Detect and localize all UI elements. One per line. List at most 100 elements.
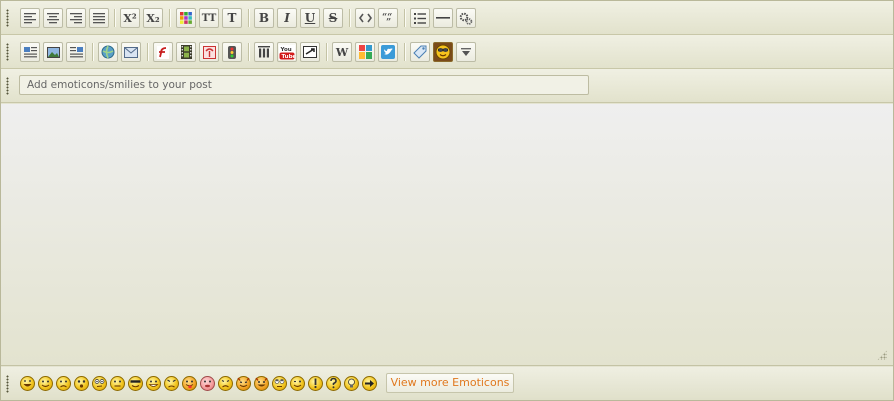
align-left-button[interactable]: [20, 8, 40, 28]
iframe-button[interactable]: [199, 42, 219, 62]
editor-text-area[interactable]: [1, 104, 893, 366]
twitter-button[interactable]: [378, 42, 398, 62]
strikethrough-icon: S: [328, 11, 338, 25]
image-button[interactable]: [43, 42, 63, 62]
iframe-icon: [202, 45, 216, 59]
rolling-eyes-icon[interactable]: [272, 376, 287, 391]
exclaim-icon[interactable]: [308, 376, 323, 391]
horizontal-rule-icon: [436, 17, 450, 19]
collapse-toolbar-button[interactable]: [456, 42, 476, 62]
rich-text-editor: X² X₂ TT T B I U S ““ ” You Tube W Add e…: [0, 0, 894, 401]
toolbar-grip-handle[interactable]: [6, 77, 9, 95]
arrow-icon[interactable]: [362, 376, 377, 391]
resize-handle[interactable]: [877, 350, 887, 360]
superscript-icon: X²: [123, 11, 137, 25]
emoticon-button[interactable]: [433, 42, 453, 62]
horizontal-rule-button[interactable]: [433, 8, 453, 28]
toolbar-separator: [349, 9, 350, 27]
italic-icon: I: [284, 11, 290, 25]
font-size-button[interactable]: TT: [199, 8, 219, 28]
toolbar-separator: [169, 9, 170, 27]
wikipedia-icon: W: [335, 45, 349, 59]
bold-button[interactable]: B: [254, 8, 274, 28]
wikipedia-button[interactable]: W: [332, 42, 352, 62]
image-left-icon: [23, 46, 37, 57]
svg-text:”: ”: [386, 18, 391, 24]
align-justify-icon: [93, 12, 105, 23]
bulleted-list-button[interactable]: [410, 8, 430, 28]
toolbar-separator: [92, 43, 93, 61]
font-face-icon: T: [227, 11, 237, 25]
toolbar-grip-handle[interactable]: [6, 375, 9, 393]
superscript-button[interactable]: X²: [120, 8, 140, 28]
tag-button[interactable]: [410, 42, 430, 62]
twitter-icon: [381, 45, 395, 59]
toolbar-grip-handle[interactable]: [6, 9, 9, 27]
strikethrough-button[interactable]: S: [323, 8, 343, 28]
flash-icon: [157, 45, 169, 59]
toolbar-separator: [404, 43, 405, 61]
email-icon: [124, 46, 138, 58]
italic-button[interactable]: I: [277, 8, 297, 28]
columns-button[interactable]: [254, 42, 274, 62]
underline-button[interactable]: U: [300, 8, 320, 28]
columns-icon: [258, 46, 270, 58]
embed-icon: [303, 46, 317, 58]
align-center-button[interactable]: [43, 8, 63, 28]
more-settings-icon: [459, 12, 473, 25]
email-button[interactable]: [121, 42, 141, 62]
font-face-button[interactable]: T: [222, 8, 242, 28]
embed-button[interactable]: [300, 42, 320, 62]
emoticon-search-input[interactable]: [19, 75, 589, 95]
traffic-icon: [228, 45, 236, 59]
cool-icon[interactable]: [128, 376, 143, 391]
quote-button[interactable]: ““”: [378, 8, 398, 28]
bold-icon: B: [258, 11, 270, 25]
video-film-icon: [180, 45, 192, 59]
stats-button[interactable]: [222, 42, 242, 62]
align-left-icon: [24, 12, 36, 23]
twisted-icon[interactable]: [254, 376, 269, 391]
collapse-icon: [461, 47, 471, 56]
frown-icon[interactable]: [218, 376, 233, 391]
flash-button[interactable]: [153, 42, 173, 62]
code-button[interactable]: [355, 8, 375, 28]
tag-icon: [413, 45, 427, 59]
question-icon[interactable]: [326, 376, 341, 391]
image-left-button[interactable]: [20, 42, 40, 62]
view-more-emoticons-button[interactable]: View more Emoticons: [386, 373, 514, 393]
toolbar-separator: [248, 43, 249, 61]
subscript-button[interactable]: X₂: [143, 8, 163, 28]
neutral-icon[interactable]: [110, 376, 125, 391]
align-justify-button[interactable]: [89, 8, 109, 28]
google-button[interactable]: [355, 42, 375, 62]
insert-link-button[interactable]: [98, 42, 118, 62]
tongue-icon[interactable]: [182, 376, 197, 391]
sad-icon[interactable]: [56, 376, 71, 391]
emoticon-icon: [435, 44, 451, 60]
wink-icon[interactable]: [290, 376, 305, 391]
toolbar-separator: [147, 43, 148, 61]
text-color-button[interactable]: [176, 8, 196, 28]
align-right-button[interactable]: [66, 8, 86, 28]
embarrassed-icon[interactable]: [200, 376, 215, 391]
video-button[interactable]: [176, 42, 196, 62]
surprised-icon[interactable]: [74, 376, 89, 391]
more-settings-button[interactable]: [456, 8, 476, 28]
align-center-icon: [47, 12, 59, 23]
laugh-icon[interactable]: [20, 376, 35, 391]
google-icon: [358, 45, 372, 59]
toolbar-grip-handle[interactable]: [6, 43, 9, 61]
emoticon-bar: View more Emoticons: [1, 367, 893, 400]
toolbar-separator: [114, 9, 115, 27]
image-right-button[interactable]: [66, 42, 86, 62]
idea-icon[interactable]: [344, 376, 359, 391]
smile-icon[interactable]: [38, 376, 53, 391]
toolbar-separator: [248, 9, 249, 27]
grin-icon[interactable]: [146, 376, 161, 391]
angry-icon[interactable]: [164, 376, 179, 391]
evil-icon[interactable]: [236, 376, 251, 391]
youtube-button[interactable]: You Tube: [277, 42, 297, 62]
image-icon: [46, 46, 60, 58]
confused-icon[interactable]: [92, 376, 107, 391]
